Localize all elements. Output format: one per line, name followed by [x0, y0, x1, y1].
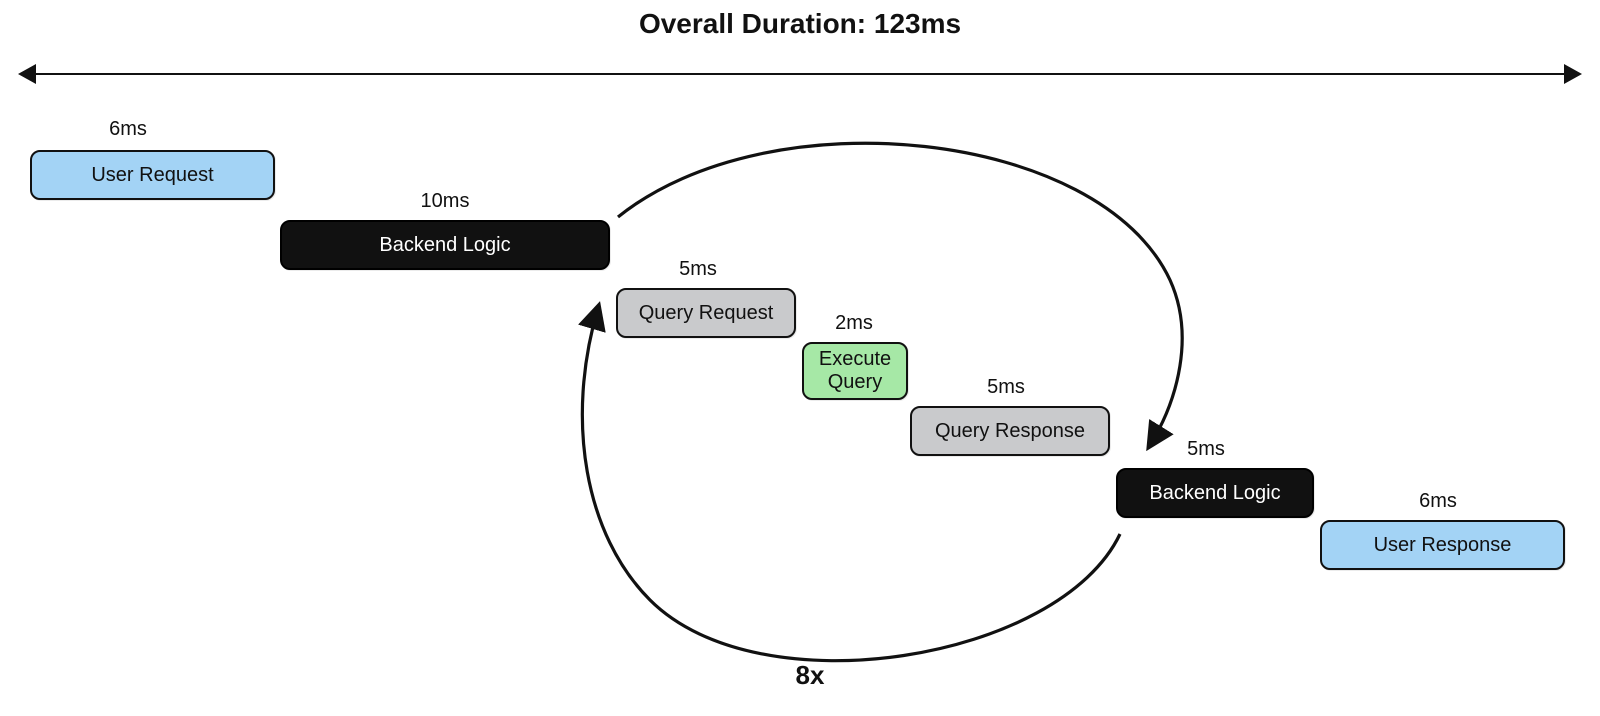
duration-query-request: 5ms	[679, 258, 717, 281]
arrow-right-icon	[1564, 64, 1582, 84]
overall-duration-title: Overall Duration: 123ms	[0, 8, 1600, 40]
block-query-response: Query Response	[910, 406, 1110, 456]
block-backend-logic-2: Backend Logic	[1116, 468, 1314, 518]
diagram-stage: Overall Duration: 123ms 6ms User Request…	[0, 0, 1600, 716]
loop-count-label: 8x	[796, 660, 825, 691]
duration-backend-logic-2: 5ms	[1187, 438, 1225, 461]
duration-query-response: 5ms	[987, 376, 1025, 399]
block-execute-query: Execute Query	[802, 342, 908, 400]
label-backend-logic-1: Backend Logic	[379, 234, 510, 257]
duration-execute-query: 2ms	[835, 312, 873, 335]
duration-user-request: 6ms	[109, 118, 147, 141]
duration-user-response: 6ms	[1419, 490, 1457, 513]
block-user-response: User Response	[1320, 520, 1565, 570]
time-axis	[20, 62, 1580, 86]
loop-arrows-icon	[0, 0, 1600, 716]
label-user-response: User Response	[1374, 534, 1512, 557]
label-user-request: User Request	[91, 164, 213, 187]
block-user-request: User Request	[30, 150, 275, 200]
label-backend-logic-2: Backend Logic	[1149, 482, 1280, 505]
label-query-response: Query Response	[935, 420, 1085, 443]
axis-line	[20, 73, 1580, 75]
duration-backend-logic-1: 10ms	[421, 190, 470, 213]
label-execute-query: Execute Query	[819, 348, 891, 394]
block-backend-logic-1: Backend Logic	[280, 220, 610, 270]
label-query-request: Query Request	[639, 302, 774, 325]
block-query-request: Query Request	[616, 288, 796, 338]
